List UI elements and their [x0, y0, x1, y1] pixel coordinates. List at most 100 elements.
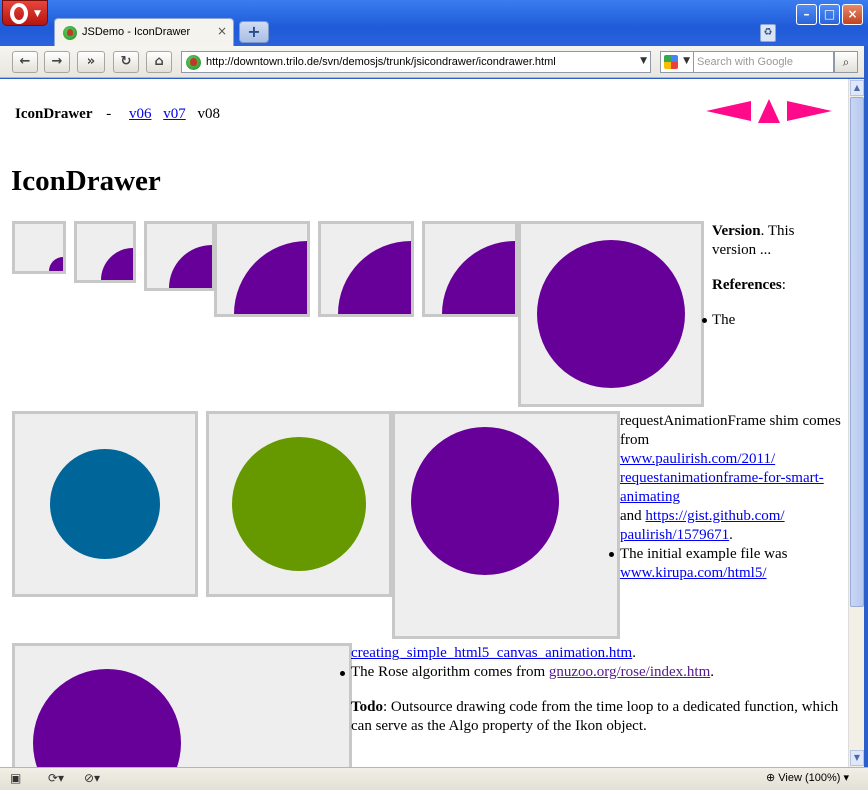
reference-1-continued: requestAnimationFrame shim comes from ww…	[620, 412, 846, 545]
refresh-options-icon[interactable]: ⟳▾	[48, 771, 64, 785]
icon-canvas-7	[518, 221, 704, 407]
scrollbar-thumb[interactable]	[850, 97, 864, 607]
icon-shape	[411, 427, 559, 575]
reload-button[interactable]: ↻	[113, 51, 139, 73]
home-button[interactable]: ⌂	[146, 51, 172, 73]
panel-toggle-icon[interactable]: ▣	[10, 771, 21, 785]
icon-shape	[101, 248, 133, 280]
icon-canvas-5	[318, 221, 414, 317]
icon-canvas-4	[214, 221, 310, 317]
reference-2-continued: creating_simple_html5_canvas_animation.h…	[351, 644, 636, 663]
kirupa-link-line2[interactable]: creating_simple_html5_canvas_animation.h…	[351, 645, 632, 661]
paulirish-link-line3: animating	[620, 489, 680, 505]
icon-shape	[537, 240, 685, 388]
reference-2-end: .	[632, 645, 636, 661]
paulirish-link-line1: www.paulirish.com/2011/	[620, 451, 776, 467]
todo-text-line1: : Outsource drawing code from the time l…	[382, 699, 839, 715]
opera-menu-button[interactable]: ▼	[2, 0, 48, 26]
search-engine-selector[interactable]: ▼	[660, 51, 694, 73]
icon-shape	[169, 245, 212, 288]
close-window-button[interactable]: ×	[842, 4, 863, 25]
list-bullet	[609, 552, 614, 557]
minimize-button[interactable]: –	[796, 4, 817, 25]
gist-link-line1: https://gist.github.com/	[645, 508, 785, 524]
paulirish-link-line2: requestanimationframe-for-smart-	[620, 470, 824, 486]
next-arrow-icon[interactable]	[787, 101, 832, 121]
version-paragraph: Version. This version ...	[712, 222, 827, 260]
icon-shape	[50, 449, 160, 559]
forward-button[interactable]: →	[44, 51, 70, 73]
todo-paragraph: Todo: Outsource drawing code from the ti…	[351, 698, 846, 736]
window-frame	[864, 46, 868, 790]
page-title: IconDrawer	[11, 165, 161, 197]
chevron-down-icon[interactable]: ▼	[640, 56, 647, 66]
vertical-scrollbar[interactable]: ▲ ▼	[848, 79, 864, 767]
list-bullet	[340, 671, 345, 676]
icon-shape	[234, 241, 307, 314]
maximize-button[interactable]: □	[819, 4, 840, 25]
icon-shape	[33, 669, 181, 767]
scroll-up-icon[interactable]: ▲	[850, 80, 864, 96]
gist-link-line2: paulirish/1579671	[620, 527, 730, 543]
address-bar[interactable]: http://downtown.trilo.de/svn/demosjs/tru…	[181, 51, 651, 73]
icon-canvas-2	[74, 221, 136, 283]
scroll-down-icon[interactable]: ▼	[850, 750, 864, 766]
version-label: Version	[712, 223, 761, 239]
chevron-down-icon: ▾	[843, 772, 850, 784]
reference-3: The Rose algorithm comes from gnuzoo.org…	[351, 663, 714, 682]
page-viewport: IconDrawer - v06 v07 v08 IconDrawer Vers…	[0, 79, 848, 767]
nav-link-v06[interactable]: v06	[129, 106, 152, 122]
nav-link-v07[interactable]: v07	[163, 106, 186, 122]
zoom-label: View (100%)	[778, 772, 841, 784]
reference-1-end: .	[729, 527, 733, 543]
reference-1-start: The	[712, 312, 736, 328]
reference-1-and: and	[620, 508, 642, 524]
nav-separator: -	[106, 106, 112, 122]
references-colon: :	[781, 277, 786, 293]
chevron-down-icon: ▼	[34, 9, 41, 19]
zoom-icon: ⊕	[766, 772, 776, 784]
list-bullet	[702, 318, 707, 323]
gist-link[interactable]: https://gist.github.com/paulirish/157967…	[620, 508, 785, 543]
references-heading: References:	[712, 276, 786, 295]
search-button[interactable]: ⌕	[834, 51, 858, 73]
back-button[interactable]: ←	[12, 51, 38, 73]
reference-3-end: .	[710, 664, 714, 680]
icon-canvas-6	[422, 221, 518, 317]
nav-brand: IconDrawer	[15, 106, 93, 122]
icon-canvas-10	[392, 411, 620, 639]
up-arrow-icon[interactable]	[758, 99, 780, 123]
icon-canvas-3	[144, 221, 215, 291]
paulirish-link[interactable]: www.paulirish.com/2011/requestanimationf…	[620, 451, 824, 505]
reference-2-text: The initial example file was	[620, 546, 788, 562]
reference-2: The initial example file was www.kirupa.…	[620, 545, 846, 583]
status-bar: ▣ ⟳▾ ⊘▾ ⊕ View (100%) ▾	[0, 767, 868, 790]
google-icon	[664, 55, 678, 69]
icon-shape	[232, 437, 366, 571]
trash-icon[interactable]: ♻	[760, 24, 776, 42]
icon-canvas-1	[12, 221, 66, 274]
previous-arrow-icon[interactable]	[706, 101, 751, 121]
kirupa-link-line1[interactable]: www.kirupa.com/html5/	[620, 565, 767, 581]
todo-label: Todo	[351, 699, 383, 715]
search-input[interactable]: Search with Google	[694, 51, 834, 73]
todo-text-line2: can serve as the Algo property of the Ik…	[351, 718, 647, 734]
tab-title: JSDemo - IconDrawer	[82, 26, 191, 38]
gnuzoo-link[interactable]: gnuzoo.org/rose/index.htm	[549, 664, 710, 680]
icon-shape	[338, 241, 411, 314]
close-tab-icon[interactable]: ×	[217, 24, 227, 38]
site-favicon-icon	[186, 55, 201, 70]
references-label: References	[712, 277, 782, 293]
fast-forward-button[interactable]: »	[77, 51, 105, 73]
toolbar: ← → » ↻ ⌂ http://downtown.trilo.de/svn/d…	[0, 46, 868, 78]
tab-jsdemo[interactable]: JSDemo - IconDrawer ×	[54, 18, 234, 46]
icon-canvas-8	[12, 411, 198, 597]
reference-1-middle: requestAnimationFrame shim comes from	[620, 413, 841, 448]
chevron-down-icon: ▼	[683, 56, 690, 66]
new-tab-button[interactable]: +	[239, 21, 269, 43]
zoom-level[interactable]: ⊕ View (100%) ▾	[766, 771, 849, 784]
site-favicon-icon	[63, 26, 77, 40]
block-content-icon[interactable]: ⊘▾	[84, 771, 100, 785]
title-bar: ▼ JSDemo - IconDrawer × + ♻ – □ ×	[0, 0, 868, 46]
icon-canvas-11	[12, 643, 352, 767]
